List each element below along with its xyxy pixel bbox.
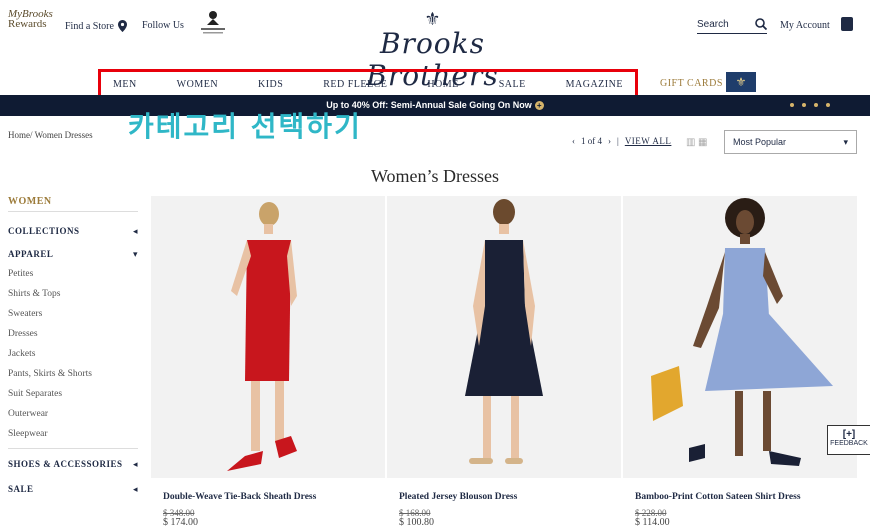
chevron-down-icon: ▾ — [843, 137, 848, 147]
product-name[interactable]: Bamboo-Print Cotton Sateen Shirt Dress — [635, 492, 801, 502]
carousel-dot[interactable] — [814, 103, 818, 107]
model-red-dress-illustration — [227, 202, 297, 471]
sidebar-item-outerwear[interactable]: Outerwear — [8, 404, 138, 424]
plus-circle-icon[interactable]: + — [534, 101, 544, 111]
shoes-label: SHOES & ACCESSORIES — [8, 459, 123, 469]
caret-left-icon: ◂ — [132, 484, 138, 494]
shopping-bag-icon[interactable] — [841, 17, 853, 31]
apparel-label: APPAREL — [8, 249, 54, 259]
sale-label: SALE — [8, 484, 34, 494]
top-bar: MyBrooks Rewards Find a Store Follow Us … — [0, 0, 870, 92]
golden-fleece-icon: ⚜ — [424, 9, 441, 29]
nav-item-home[interactable]: HOME — [427, 79, 458, 90]
product-name[interactable]: Pleated Jersey Blouson Dress — [399, 492, 517, 502]
model-print-dress-illustration — [651, 198, 833, 466]
my-account-link[interactable]: My Account — [780, 20, 830, 31]
feedback-plus: [+] — [842, 429, 856, 440]
sidebar-item-suit-separates[interactable]: Suit Separates — [8, 384, 138, 404]
product-image[interactable] — [623, 196, 857, 478]
grid-view-icon[interactable]: ▥ ▦ — [686, 137, 707, 148]
nav-item-magazine[interactable]: MAGAZINE — [566, 79, 623, 90]
product-image[interactable] — [151, 196, 385, 478]
pagination: ‹ 1 of 4 › | VIEW ALL — [572, 136, 671, 146]
gift-cards-link[interactable]: GIFT CARDS — [660, 78, 723, 89]
sidebar-shoes-accessories[interactable]: SHOES & ACCESSORIES ◂ — [8, 449, 138, 474]
sidebar-item-sleepwear[interactable]: Sleepwear — [8, 424, 138, 444]
product-sale-price: $ 100.80 — [399, 517, 434, 528]
find-a-store-link[interactable]: Find a Store — [65, 20, 127, 32]
sort-selected: Most Popular — [733, 137, 787, 147]
rewards-label: Rewards — [8, 18, 47, 30]
caret-left-icon: ◂ — [132, 226, 138, 236]
gift-card-icon[interactable]: ⚜ — [726, 72, 756, 92]
sidebar-item-pants[interactable]: Pants, Skirts & Shorts — [8, 364, 138, 384]
collections-label: COLLECTIONS — [8, 226, 80, 236]
product-name[interactable]: Double-Weave Tie-Back Sheath Dress — [163, 492, 316, 502]
pager-divider: | — [617, 136, 619, 146]
breadcrumb-home[interactable]: Home — [8, 130, 30, 140]
feedback-button[interactable]: [+] FEEDBACK — [827, 425, 870, 455]
breadcrumb: Home/ Women Dresses — [8, 130, 93, 140]
search-placeholder: Search — [697, 18, 729, 30]
product-image[interactable] — [387, 196, 621, 478]
nav-item-women[interactable]: WOMEN — [177, 79, 218, 90]
chevron-left-icon[interactable]: ‹ — [572, 136, 575, 146]
model-navy-dress-illustration — [465, 199, 543, 464]
sidebar-item-dresses[interactable]: Dresses — [8, 324, 138, 344]
caret-left-icon: ◂ — [132, 459, 138, 469]
page-title: Women’s Dresses — [370, 166, 500, 186]
carousel-dot[interactable] — [790, 103, 794, 107]
carousel-dot[interactable] — [802, 103, 806, 107]
sidebar-item-jackets[interactable]: Jackets — [8, 344, 138, 364]
nav-item-kids[interactable]: KIDS — [258, 79, 283, 90]
sidebar-item-petites[interactable]: Petites — [8, 264, 138, 284]
category-sidebar: WOMEN COLLECTIONS ◂ APPAREL ▾ Petites Shir… — [8, 196, 138, 499]
location-pin-icon — [117, 20, 127, 32]
sidebar-apparel[interactable]: APPAREL ▾ — [8, 241, 138, 264]
follow-us-link[interactable]: Follow Us — [142, 20, 184, 31]
annotation-overlay-text: 카테고리 선택하기 — [128, 110, 362, 143]
search-field[interactable]: Search — [697, 18, 767, 34]
search-icon[interactable] — [755, 18, 767, 30]
find-store-label: Find a Store — [65, 20, 114, 32]
follow-us-label: Follow Us — [142, 20, 184, 31]
st-jude-partner-logo — [201, 11, 225, 34]
my-brooks-rewards-logo[interactable]: MyBrooks Rewards — [8, 8, 53, 30]
carousel-dot[interactable] — [826, 103, 830, 107]
feedback-label: FEEDBACK — [830, 440, 868, 447]
nav-item-red-fleece[interactable]: RED FLEECE — [323, 79, 387, 90]
chevron-right-icon[interactable]: › — [608, 136, 611, 146]
page-indicator: 1 of 4 — [581, 136, 602, 146]
nav-item-sale[interactable]: SALE — [499, 79, 526, 90]
nav-item-men[interactable]: MEN — [113, 79, 137, 90]
sidebar-item-sweaters[interactable]: Sweaters — [8, 304, 138, 324]
product-sale-price: $ 174.00 — [163, 517, 198, 528]
sidebar-sale[interactable]: SALE ◂ — [8, 474, 138, 499]
view-all-link[interactable]: VIEW ALL — [625, 136, 672, 146]
breadcrumb-current: Women Dresses — [34, 130, 93, 140]
sort-select[interactable]: Most Popular ▾ — [724, 130, 857, 154]
carousel-dots — [790, 103, 830, 107]
product-sale-price: $ 114.00 — [635, 517, 670, 528]
caret-down-icon: ▾ — [132, 249, 138, 259]
sidebar-collections[interactable]: COLLECTIONS ◂ — [8, 212, 138, 241]
sidebar-heading: WOMEN — [8, 196, 138, 212]
sidebar-item-shirts-tops[interactable]: Shirts & Tops — [8, 284, 138, 304]
